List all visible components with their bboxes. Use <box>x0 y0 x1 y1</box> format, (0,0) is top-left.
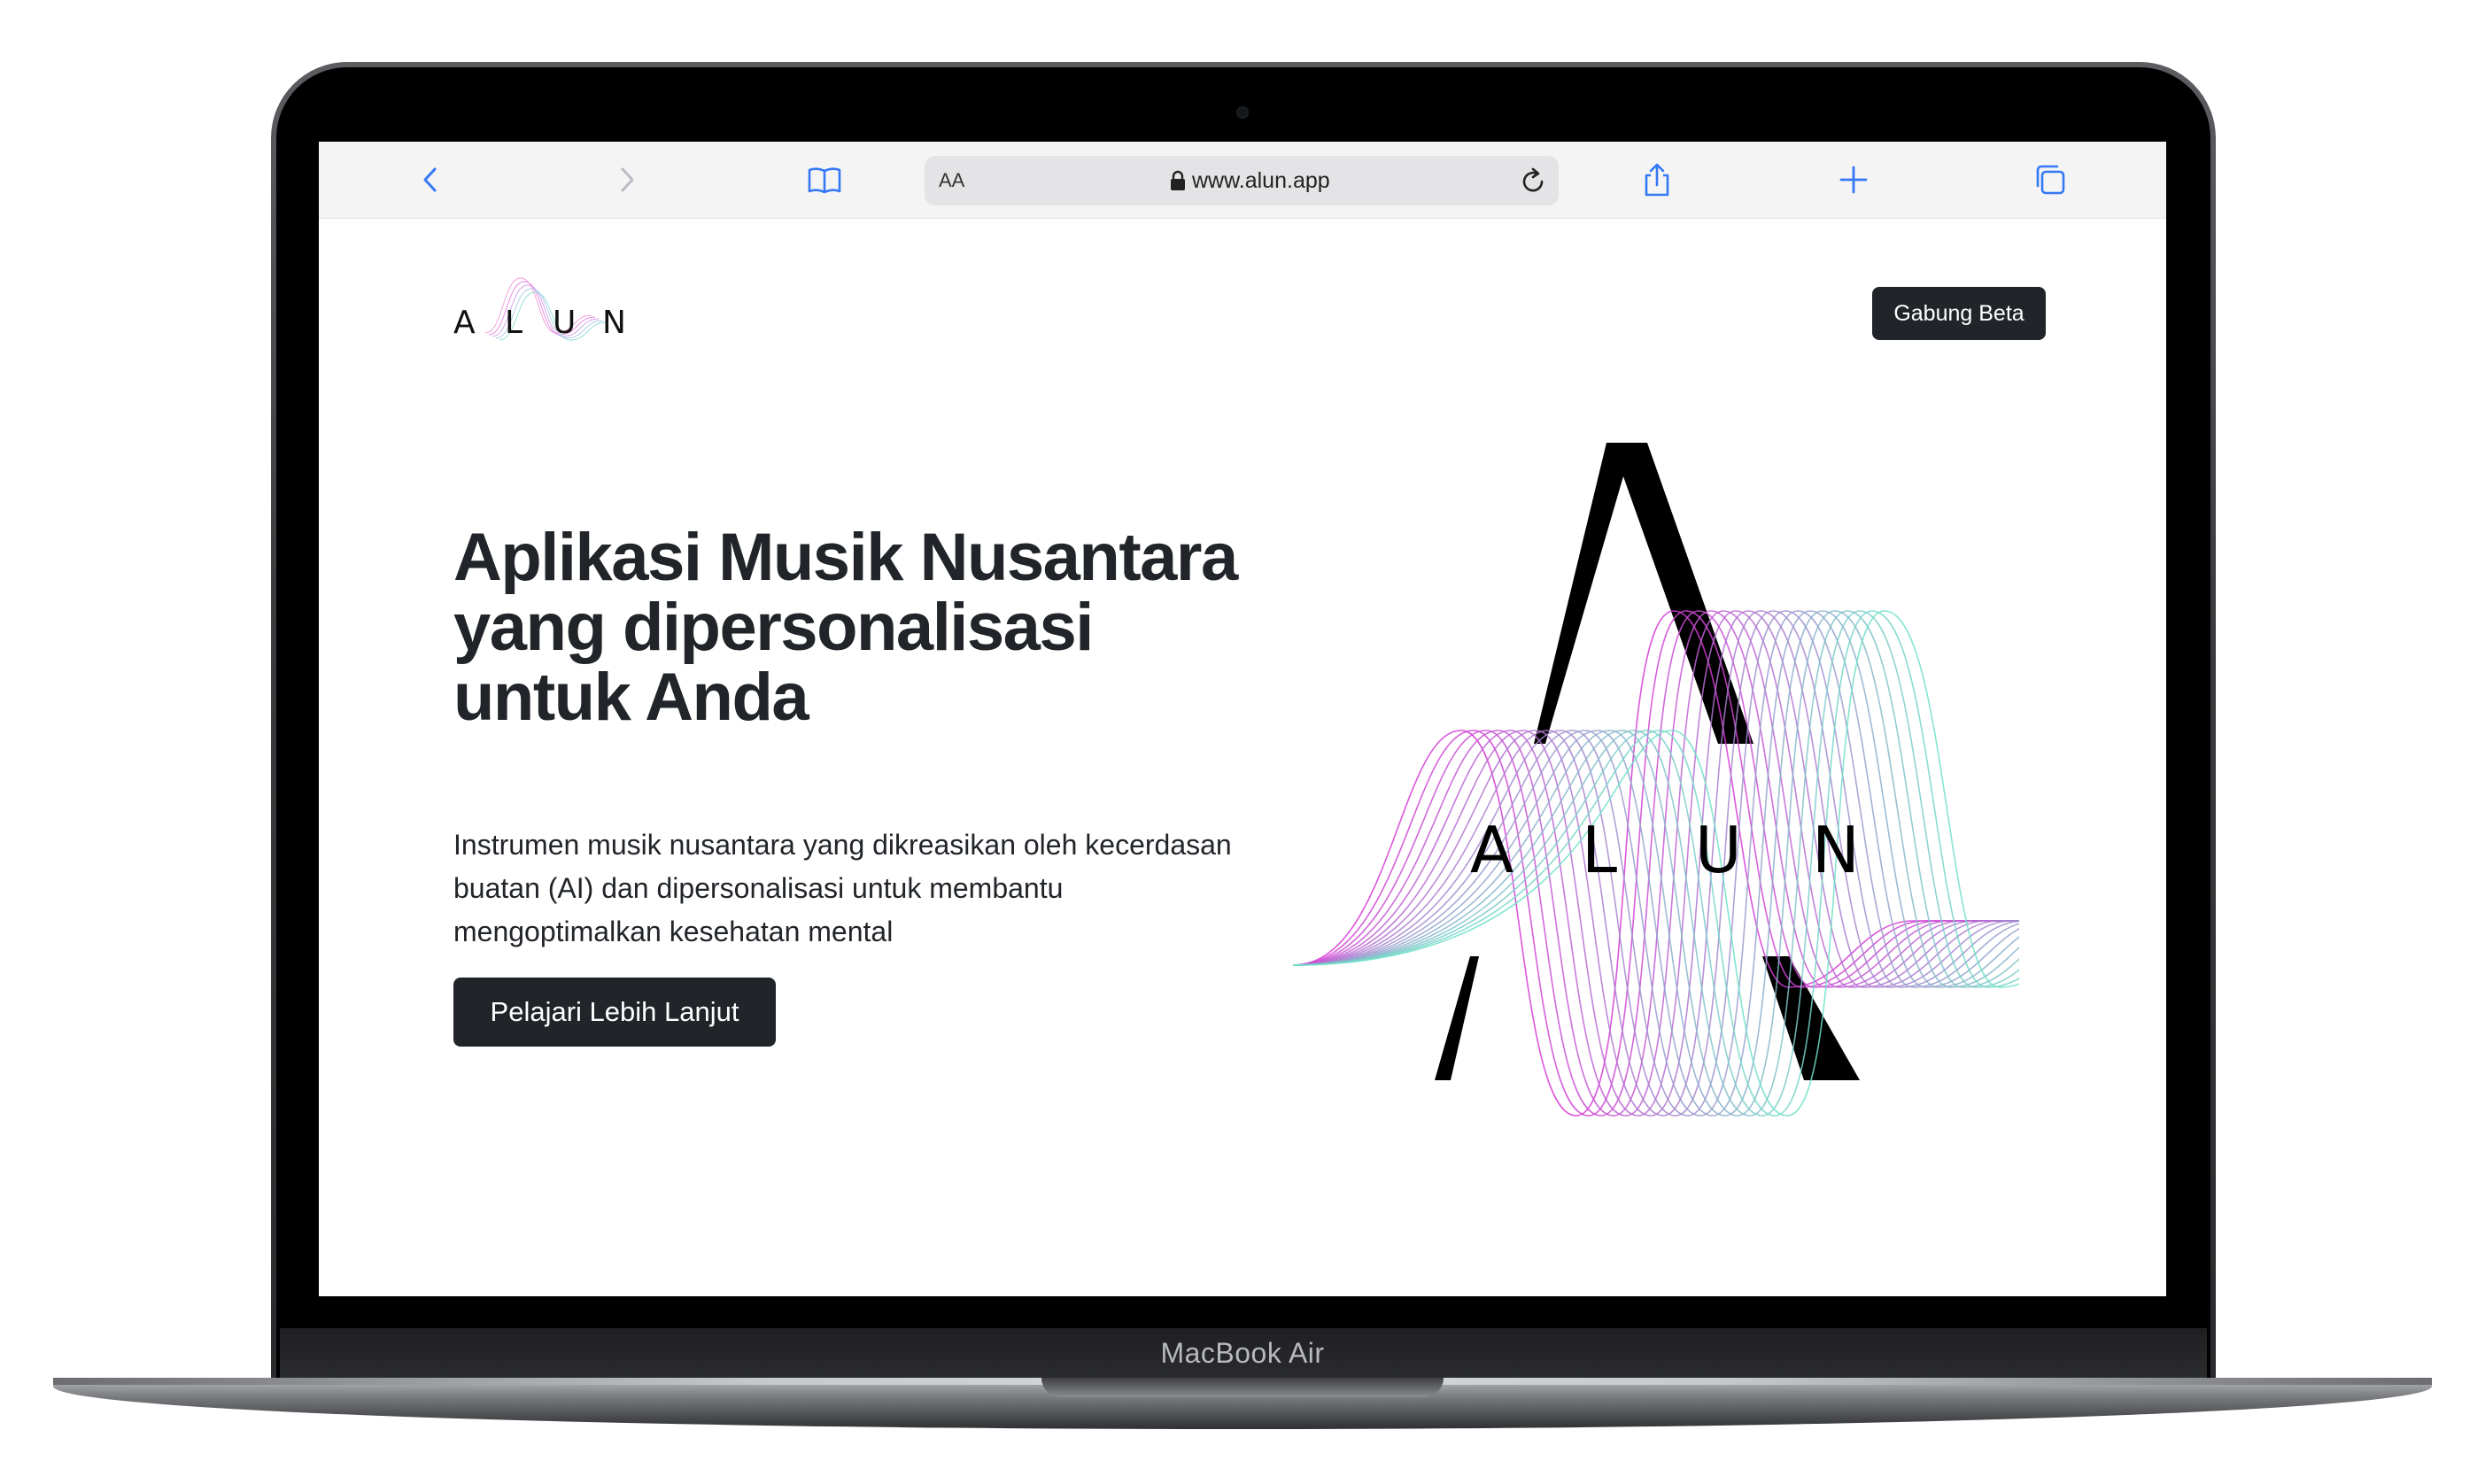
hero-title: Aplikasi Musik Nusantara yang dipersonal… <box>453 520 1238 735</box>
wave-line <box>1293 610 2019 1117</box>
logo-letter-n: N <box>602 305 626 341</box>
address-bar[interactable]: AA www.alun.app <box>925 156 1559 205</box>
new-tab-icon[interactable] <box>1835 161 1872 198</box>
logo-letter-u: U <box>553 305 576 341</box>
wave-line <box>1293 610 2019 1117</box>
logo-letter-l: L <box>505 305 523 341</box>
wave-line <box>1293 610 2019 1117</box>
wave-line <box>1293 610 2019 1117</box>
tabs-icon[interactable] <box>2032 161 2069 198</box>
wave-line <box>1293 610 2019 1117</box>
wave-line <box>1293 610 2019 1117</box>
wave-line <box>1293 610 2019 1117</box>
art-letter-a-top <box>1534 443 1753 744</box>
browser-window: AA www.alun.app A L U N Gabung Beta Apli… <box>319 142 2166 1296</box>
art-letter-n: N <box>1812 813 1860 887</box>
art-letter-a: A <box>1470 813 1513 887</box>
url-text[interactable]: www.alun.app <box>1192 156 1330 205</box>
wave-line <box>1293 610 2019 1117</box>
wave-line <box>1293 610 2019 1117</box>
lid-notch <box>1041 1378 1444 1397</box>
join-beta-button[interactable]: Gabung Beta <box>1872 287 2046 340</box>
lock-icon <box>1171 170 1185 190</box>
wave-line <box>1293 610 2019 1117</box>
bookmarks-icon[interactable] <box>806 161 843 198</box>
text-size-button[interactable]: AA <box>939 156 964 205</box>
back-icon[interactable] <box>413 161 450 198</box>
wave-line <box>1293 610 2019 1117</box>
wave-line <box>1293 610 2019 1117</box>
sound-waves <box>1293 610 2019 1117</box>
hero-artwork: A L U N <box>1293 443 2019 1117</box>
hero-description: Instrumen musik nusantara yang dikreasik… <box>453 829 1232 947</box>
art-letter-u: U <box>1695 813 1742 887</box>
share-icon[interactable] <box>1638 161 1676 198</box>
wave-line <box>1293 610 2019 1117</box>
camera-icon <box>1236 106 1249 119</box>
wave-line <box>1293 610 2019 1117</box>
logo-letter-a: A <box>453 305 476 341</box>
reload-icon[interactable] <box>1518 166 1548 197</box>
wave-line <box>1293 610 2019 1117</box>
alun-logo[interactable]: A L U N <box>453 264 631 370</box>
forward-icon[interactable] <box>608 161 645 198</box>
wave-line <box>1293 610 2019 1117</box>
device-label: MacBook Air <box>1160 1337 1325 1369</box>
device-mockup: AA www.alun.app A L U N Gabung Beta Apli… <box>0 0 2485 1484</box>
wave-line <box>1293 610 2019 1117</box>
browser-toolbar: AA www.alun.app <box>319 142 2166 219</box>
art-letter-l: L <box>1582 813 1617 887</box>
learn-more-button[interactable]: Pelajari Lebih Lanjut <box>453 978 776 1047</box>
wave-line <box>1293 610 2019 1117</box>
art-letter-a-bottom-left <box>1435 956 1479 1080</box>
